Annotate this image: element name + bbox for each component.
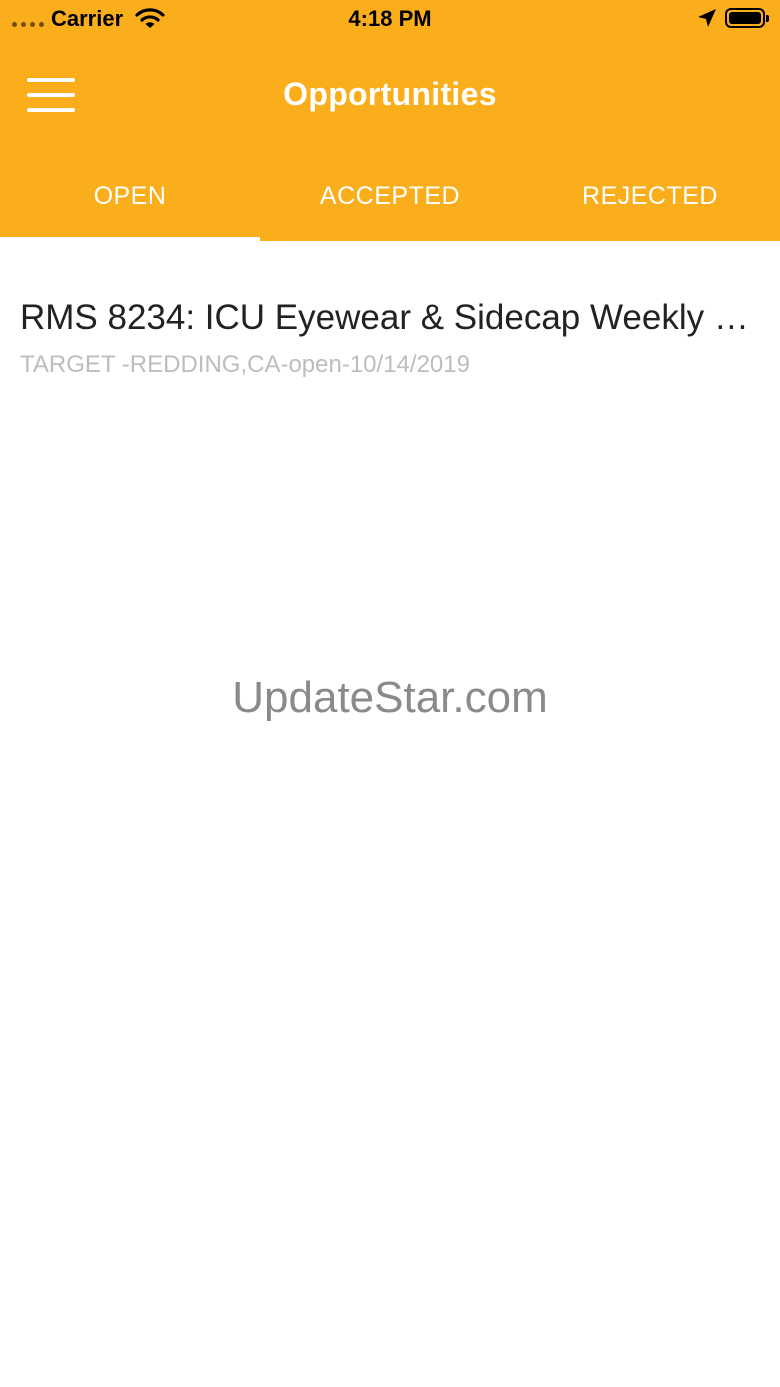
battery-icon <box>725 8 769 28</box>
status-bar: Carrier 4:18 PM <box>0 0 780 40</box>
tab-open[interactable]: OPEN <box>0 160 260 241</box>
app-header: Carrier 4:18 PM Opportunities OPEN ACCEP… <box>0 0 780 241</box>
watermark: UpdateStar.com <box>232 673 548 722</box>
location-arrow-icon <box>698 9 716 27</box>
opportunity-title: RMS 8234: ICU Eyewear & Sidecap Weekly S… <box>20 298 762 337</box>
page-title: Opportunities <box>283 76 497 112</box>
opportunity-list: RMS 8234: ICU Eyewear & Sidecap Weekly S… <box>0 241 780 401</box>
opportunity-subtitle: TARGET -REDDING,CA-open-10/14/2019 <box>20 351 470 378</box>
tab-accepted[interactable]: ACCEPTED <box>260 160 520 241</box>
tab-bar: OPEN ACCEPTED REJECTED <box>0 160 780 241</box>
tab-rejected[interactable]: REJECTED <box>520 160 780 241</box>
list-item[interactable]: RMS 8234: ICU Eyewear & Sidecap Weekly S… <box>0 241 780 401</box>
status-time: 4:18 PM <box>348 6 432 31</box>
